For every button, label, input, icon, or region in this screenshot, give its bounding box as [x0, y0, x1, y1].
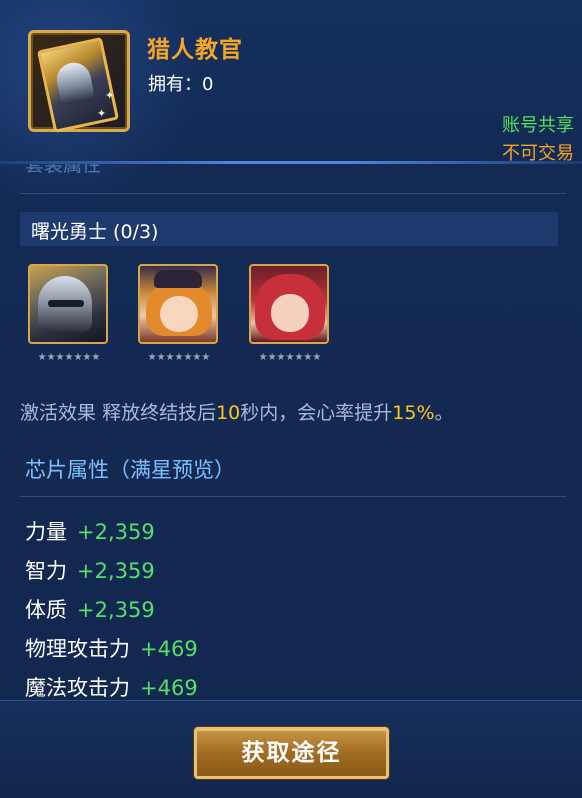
attribute-value: +469 — [140, 637, 198, 661]
set-effect: 激活效果 释放终结技后10秒内，会心率提升15%。 — [20, 398, 454, 425]
orange-hair-girl-portrait — [138, 264, 218, 344]
set-name: 曙光勇士 (0/3) — [31, 221, 159, 243]
attribute-row: 物理攻击力 +469 — [25, 633, 198, 663]
effect-text-3: 。 — [434, 402, 454, 424]
attribute-row: 魔法攻击力 +469 — [25, 672, 198, 700]
acquire-method-button[interactable]: 获取途径 — [194, 727, 389, 779]
owned-label: 拥有： — [148, 74, 202, 95]
owned-count: 拥有：0 — [148, 70, 213, 96]
owned-value: 0 — [202, 74, 214, 95]
divider — [20, 193, 566, 194]
effect-percent: 15% — [392, 402, 435, 424]
red-hair-girl-portrait — [249, 264, 329, 344]
attribute-row: 体质 +2,359 — [25, 594, 155, 624]
item-title: 猎人教官 — [147, 37, 243, 63]
set-member-3[interactable]: ★★★★★★★ — [249, 264, 331, 363]
attribute-name: 魔法攻击力 — [25, 676, 130, 700]
item-header: ✦ ✦ 猎人教官 拥有：0 账号共享 不可交易 — [0, 0, 582, 164]
effect-text-1: 释放终结技后 — [102, 402, 217, 424]
star-rating: ★★★★★★★ — [258, 352, 322, 363]
attribute-name: 物理攻击力 — [25, 637, 130, 661]
chip-attributes-title: 芯片属性（满星预览） — [25, 458, 235, 482]
effect-seconds: 10 — [216, 402, 241, 424]
scroll-content[interactable]: 套装属性 曙光勇士 (0/3) ★★★★★★★ ★★★★★★★ ★★★★★★★ … — [0, 164, 582, 700]
item-icon-frame: ✦ ✦ — [28, 30, 130, 133]
attribute-name: 智力 — [25, 559, 67, 583]
set-member-1[interactable]: ★★★★★★★ — [28, 264, 110, 363]
attribute-value: +2,359 — [77, 598, 155, 622]
footer: 获取途径 — [0, 700, 582, 798]
attribute-value: +469 — [140, 676, 198, 700]
sparkle-icon: ✦ — [105, 89, 115, 102]
sparkle-icon: ✦ — [97, 107, 107, 120]
attribute-value: +2,359 — [77, 520, 155, 544]
set-header: 曙光勇士 (0/3) — [20, 212, 558, 246]
attribute-value: +2,359 — [77, 559, 155, 583]
knight-portrait — [28, 264, 108, 344]
divider — [20, 496, 566, 497]
effect-label: 激活效果 — [20, 402, 97, 424]
attribute-row: 力量 +2,359 — [25, 516, 155, 546]
card-icon — [36, 37, 120, 133]
attribute-row: 智力 +2,359 — [25, 555, 155, 585]
attribute-name: 力量 — [25, 520, 67, 544]
set-member-2[interactable]: ★★★★★★★ — [138, 264, 220, 363]
star-rating: ★★★★★★★ — [147, 352, 211, 363]
effect-text-2: 秒内，会心率提升 — [240, 402, 393, 424]
star-rating: ★★★★★★★ — [37, 352, 101, 363]
attribute-name: 体质 — [25, 598, 67, 622]
knight-helmet-icon — [53, 59, 96, 106]
account-shared-tag: 账号共享 — [502, 115, 574, 136]
set-attributes-heading: 套装属性 — [25, 164, 102, 176]
